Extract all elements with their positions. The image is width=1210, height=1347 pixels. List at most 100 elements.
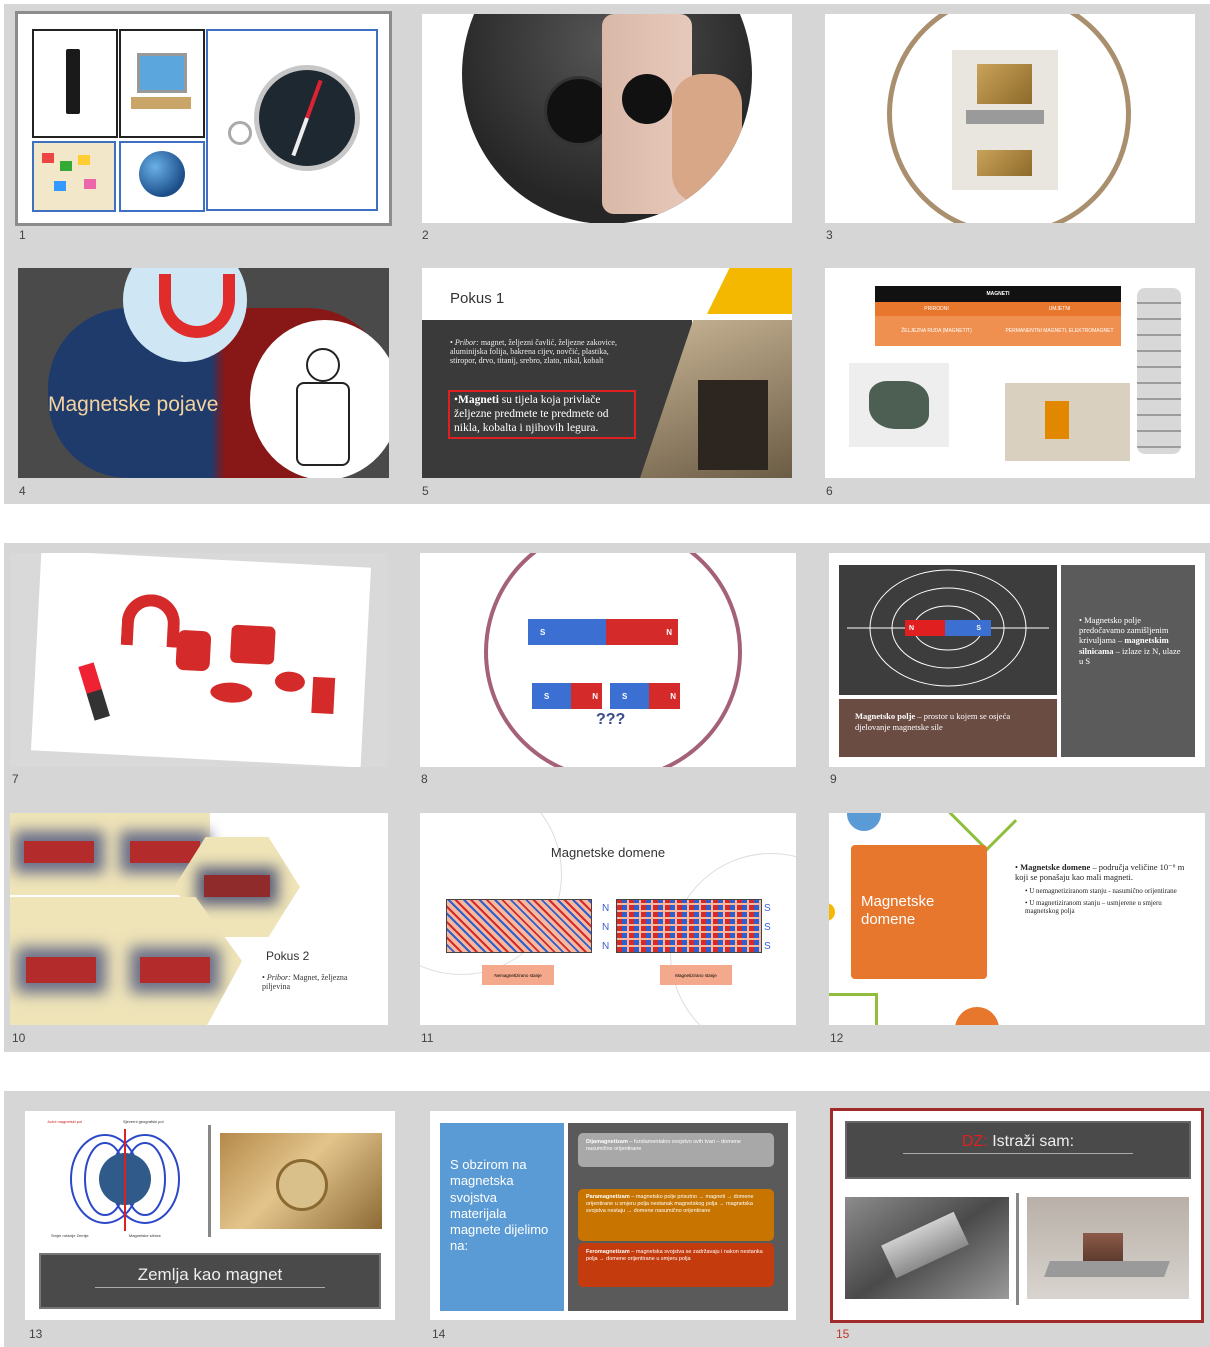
iron-filings-photo-3 xyxy=(10,897,242,1025)
slide-number-13: 13 xyxy=(29,1327,43,1341)
label-rotation: Smjer rotacije Zemlje xyxy=(51,1233,89,1238)
orange-half-decor xyxy=(955,1007,999,1025)
orange-title-box: Magnetske domene xyxy=(851,845,987,979)
random-domains xyxy=(446,899,592,953)
fridge-magnets-image xyxy=(32,141,116,212)
slide-number-7: 7 xyxy=(12,772,19,786)
title-bar: DZ: Istraži sam: xyxy=(845,1121,1191,1179)
slide-15-title: Istraži sam: xyxy=(992,1133,1075,1150)
field-lines-panel: N S xyxy=(839,565,1057,695)
slide-number-1: 1 xyxy=(19,228,26,242)
slide-10-title: Pokus 2 xyxy=(266,949,310,963)
slide-number-12: 12 xyxy=(830,1031,844,1045)
magnets-assortment-photo xyxy=(30,553,372,767)
pole-s-label: S xyxy=(976,624,981,632)
bar-magnet-top: S N xyxy=(528,619,678,645)
compass-map-photo xyxy=(220,1133,382,1229)
slide-thumbnail-7[interactable] xyxy=(10,553,388,767)
sheikh-illustration xyxy=(250,320,389,478)
slide-13-title: Zemlja kao magnet xyxy=(137,1265,283,1284)
circle-frame xyxy=(484,553,742,767)
bar-magnet-left: S N xyxy=(532,683,602,709)
slide-thumbnail-11[interactable]: Magnetske domene NNN SSS Nemagnetizirano… xyxy=(420,813,796,1025)
slide-5-definition: •Magneti su tijela koja privlače željezn… xyxy=(448,390,636,440)
green-corner-decor xyxy=(829,993,878,1025)
divider-line xyxy=(1016,1193,1019,1305)
phone-holder-photo xyxy=(462,14,752,223)
slide-thumbnail-3[interactable] xyxy=(825,14,1195,223)
slide-thumbnail-10[interactable]: Pokus 2 • Pribor: Magnet, željezna pilje… xyxy=(10,813,388,1025)
earth-image xyxy=(119,141,205,212)
magnet-photo-right xyxy=(1027,1197,1189,1299)
neodymium-stack-photo xyxy=(1137,288,1181,454)
slide-11-title: Magnetske domene xyxy=(550,845,666,860)
label-north-geographic-pole: Sjeverni geografski pol xyxy=(123,1119,164,1124)
field-lines-description: • Magnetsko polje predočavamo zamišljeni… xyxy=(1061,565,1195,757)
pole-n-label: N xyxy=(909,624,915,632)
slide-number-4: 4 xyxy=(19,484,26,498)
slide-number-14: 14 xyxy=(432,1327,446,1341)
blue-circle-decor xyxy=(847,813,881,831)
slide-12-text: • Magnetske domene – područja veličine 1… xyxy=(1015,862,1185,915)
pole-n-label: N xyxy=(666,627,672,637)
slide-number-10: 10 xyxy=(12,1031,26,1045)
slide-4-title: Magnetske pojave xyxy=(48,393,219,416)
item-ferromagnetism: Feromagnetizam – magnetska svojstva se z… xyxy=(578,1243,774,1287)
homework-label: DZ: xyxy=(961,1133,988,1150)
slide-number-5: 5 xyxy=(422,484,429,498)
field-definition: Magnetsko polje – prostor u kojem se osj… xyxy=(839,699,1057,757)
slide-10-bullet: • Pribor: Magnet, željezna piljevina xyxy=(262,973,348,992)
slide-thumbnail-4[interactable]: Magnetske pojave xyxy=(18,268,389,478)
earth-field-diagram: Južni magnetski pol Sjeverni geografski … xyxy=(45,1119,195,1241)
slide-number-6: 6 xyxy=(826,484,833,498)
label-south-magnetic-pole: Južni magnetski pol xyxy=(47,1119,83,1124)
slide-number-9: 9 xyxy=(830,772,837,786)
table-cell-2: PERMANENTNI MAGNETI, ELEKTROMAGNET xyxy=(1005,328,1114,334)
title-bar: Zemlja kao magnet xyxy=(39,1253,381,1309)
slide-thumbnail-15[interactable]: DZ: Istraži sam: xyxy=(830,1108,1204,1323)
slide-number-15: 15 xyxy=(836,1327,850,1341)
magnet-table: MAGNETI PRIRODNI UMJETNI ŽELJEZNA RUDA (… xyxy=(875,286,1121,348)
yellow-accent xyxy=(707,268,792,314)
speaker-image xyxy=(32,29,118,138)
computer-image xyxy=(119,29,205,138)
slide-thumbnail-13[interactable]: Južni magnetski pol Sjeverni geografski … xyxy=(25,1111,395,1320)
label-field-lines: Magnetske silnice xyxy=(129,1233,161,1238)
aligned-domains xyxy=(616,899,762,953)
state-label-2: Magnetizirano stanje xyxy=(660,965,732,985)
bar-magnet-right: S N xyxy=(610,683,680,709)
slide-thumbnail-12[interactable]: Magnetske domene • Magnetske domene – po… xyxy=(829,813,1205,1025)
slide-thumbnail-14[interactable]: S obzirom na magnetska svojstva materija… xyxy=(430,1111,796,1320)
electromagnet-photo xyxy=(1005,383,1130,461)
state-label-1: Nemagnetizirano stanje xyxy=(482,965,554,985)
table-col-1: PRIRODNI xyxy=(924,306,949,312)
slide-5-title: Pokus 1 xyxy=(450,290,505,307)
slide-number-3: 3 xyxy=(826,228,833,242)
pole-labels-n: NNN xyxy=(602,903,610,952)
slide-14-left-text: S obzirom na magnetska svojstva materija… xyxy=(450,1157,549,1254)
item-diamagnetism: Dijamagnetizam – fundamentalno svojstvo … xyxy=(578,1133,774,1167)
slide-5-bullet-1: • Pribor: magnet, željezni čavlić, želje… xyxy=(450,338,617,366)
slide-number-11: 11 xyxy=(421,1031,434,1045)
slide-thumbnail-9[interactable]: N S Magnetsko polje – prostor u kojem se… xyxy=(829,553,1205,767)
slide-thumbnail-6[interactable]: MAGNETI PRIRODNI UMJETNI ŽELJEZNA RUDA (… xyxy=(825,268,1195,478)
divider-line xyxy=(208,1125,211,1237)
levitation-photo xyxy=(952,50,1058,190)
slide-thumbnail-1[interactable] xyxy=(15,11,392,226)
item-paramagnetism: Paramagnetizam – magnetsko polje prisutn… xyxy=(578,1189,774,1241)
slide-thumbnail-2[interactable] xyxy=(422,14,792,223)
pole-labels-s: SSS xyxy=(764,903,771,952)
slide-number-2: 2 xyxy=(422,228,429,242)
slide-thumbnail-5[interactable]: Pokus 1 • Pribor: magnet, željezni čavli… xyxy=(422,268,792,478)
table-col-2: UMJETNI xyxy=(1048,306,1071,312)
magnet-photo-left xyxy=(845,1197,1009,1299)
table-header: MAGNETI xyxy=(875,286,1121,302)
magnetite-photo xyxy=(849,363,949,447)
table-cell-1: ŽELJEZNA RUDA (MAGNETIT) xyxy=(901,328,972,334)
yellow-half-decor xyxy=(829,903,835,921)
slide-thumbnail-8[interactable]: S N S N S N ??? xyxy=(420,553,796,767)
slide-12-title: Magnetske domene xyxy=(861,893,935,928)
question-marks: ??? xyxy=(596,711,626,728)
compass-image xyxy=(206,29,378,211)
slide-number-8: 8 xyxy=(421,772,428,786)
